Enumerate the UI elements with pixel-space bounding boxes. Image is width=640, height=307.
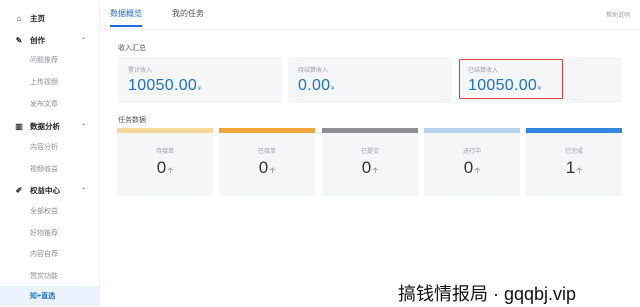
task-card-label: 已完成 (564, 149, 583, 155)
sidebar-item-label: 数据分析 (30, 121, 60, 131)
highlight-box (459, 59, 563, 99)
task-card: 已完成 1个 (526, 128, 622, 196)
income-card-value: 10050.00¥ (128, 77, 202, 94)
income-section-title: 收入汇总 (118, 45, 146, 52)
sidebar-item[interactable]: 问题推荐 (0, 50, 100, 70)
income-card-label: 待结算收入 (298, 68, 329, 74)
home-icon: ⌂ (16, 13, 22, 23)
sidebar-item-label: 问题推荐 (30, 57, 58, 64)
sidebar-item-label: 上传视频 (30, 79, 58, 86)
sidebar-section[interactable]: ▥ 数据分析 ⌃ (0, 116, 100, 136)
sidebar-item-label: 创作 (30, 35, 45, 45)
sidebar-section[interactable]: ✐ 权益中心 ⌃ (0, 180, 100, 200)
tab-bar: 数据概览 我的任务 帮助说明 (100, 0, 640, 30)
sidebar-item[interactable]: 好物推荐 (0, 223, 100, 243)
chart-icon: ▥ (15, 121, 23, 131)
sidebar-item-label: 发布文章 (30, 101, 58, 108)
sidebar-item[interactable]: 赞赏功能 (0, 266, 100, 286)
task-card-value: 0个 (463, 158, 481, 177)
sidebar-item-label: 内容分析 (30, 144, 58, 151)
task-card: 待接单 0个 (117, 128, 213, 196)
task-card-value: 0个 (361, 158, 379, 177)
task-card: 进行中 0个 (424, 128, 520, 196)
tab-data-overview[interactable]: 数据概览 (110, 8, 142, 27)
income-card-label: 累计收入 (128, 68, 153, 74)
task-card-value: 0个 (156, 158, 174, 177)
sidebar: ⌂ 主页 ✎ 创作 ⌃ 问题推荐上传视频发布文章 ▥ 数据分析 ⌃ 内容分析视频收益 ✐ 权益中心 ⌃ 全… (0, 0, 100, 307)
sidebar-item-label: 视频收益 (30, 166, 58, 173)
sidebar-item-label: 好物推荐 (30, 230, 58, 237)
sidebar-section[interactable]: ✎ 创作 ⌃ (0, 30, 100, 50)
task-card-label: 进行中 (462, 149, 481, 155)
task-card-value: 0个 (258, 158, 276, 177)
chevron-up-icon: ⌃ (80, 123, 86, 130)
chevron-up-icon: ⌃ (80, 37, 86, 44)
sidebar-item-label: 权益中心 (30, 185, 60, 195)
task-card-color-bar (526, 128, 622, 133)
sidebar-section[interactable]: ⌂ 主页 (0, 8, 100, 28)
task-card: 已提交 0个 (322, 128, 418, 196)
task-card-color-bar (219, 128, 315, 133)
sidebar-item-label: 全部权益 (30, 208, 58, 215)
task-card-color-bar (322, 128, 418, 133)
sidebar-item[interactable]: 发布文章 (0, 94, 100, 114)
chevron-up-icon: ⌃ (80, 187, 86, 194)
sidebar-item[interactable]: 视频收益 (0, 159, 100, 179)
sidebar-item-label: 知+直选 (30, 293, 56, 300)
task-card-label: 待接单 (155, 149, 174, 155)
help-link[interactable]: 帮助说明 (606, 10, 630, 19)
task-card: 已接单 0个 (219, 128, 315, 196)
tab-my-tasks[interactable]: 我的任务 (172, 8, 204, 25)
task-card-color-bar (117, 128, 213, 133)
income-card-value: 0.00¥ (298, 77, 335, 94)
watermark: 搞钱情报局 · gqqbj.vip (390, 276, 640, 307)
sidebar-item-label: 赞赏功能 (30, 273, 58, 280)
pen-icon: ✎ (15, 35, 23, 45)
income-card-pending: 待结算收入 0.00¥ (288, 57, 452, 103)
task-card-label: 已提交 (360, 149, 379, 155)
income-card-total: 累计收入 10050.00¥ (118, 57, 282, 103)
sidebar-item[interactable]: 内容分析 (0, 137, 100, 157)
sidebar-item[interactable]: 内容自荐 (0, 244, 100, 264)
sidebar-item-label: 主页 (30, 13, 45, 23)
task-card-color-bar (424, 128, 520, 133)
sidebar-item[interactable]: 知+直选 (0, 286, 100, 306)
task-card-label: 已接单 (257, 149, 276, 155)
sidebar-item[interactable]: 全部权益 (0, 201, 100, 221)
sidebar-item[interactable]: 上传视频 (0, 72, 100, 92)
pencil-icon: ✐ (15, 185, 23, 195)
task-card-value: 1个 (565, 158, 583, 177)
sidebar-item-label: 内容自荐 (30, 251, 58, 258)
task-section-title: 任务数据 (118, 117, 146, 124)
